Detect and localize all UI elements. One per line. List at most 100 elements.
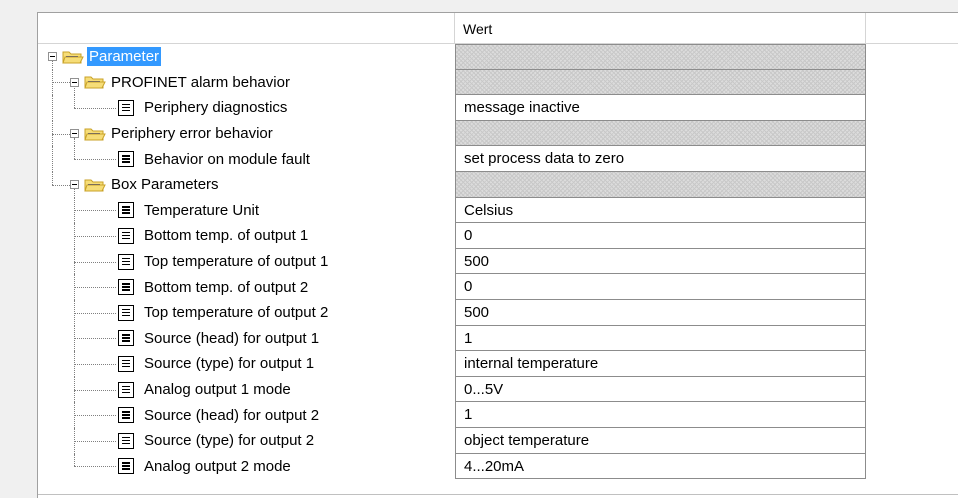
tree-node[interactable]: Parameter xyxy=(62,44,162,70)
tree-connector-line xyxy=(74,351,75,377)
value-cell[interactable]: internal temperature xyxy=(455,351,866,377)
tree-node[interactable]: Source (type) for output 2 xyxy=(118,428,316,454)
tree-node[interactable]: Analog output 1 mode xyxy=(118,377,293,403)
tree-connector-line xyxy=(74,363,116,365)
tree-node-label: Behavior on module fault xyxy=(144,150,310,168)
tree-param-row[interactable]: Behavior on module fault set process data… xyxy=(38,146,958,172)
parameter-value: message inactive xyxy=(464,99,580,117)
tree-name-cell[interactable]: Top temperature of output 1 xyxy=(38,248,455,275)
tree-node[interactable]: Periphery error behavior xyxy=(84,121,275,147)
collapse-minus-icon[interactable] xyxy=(70,77,79,87)
value-cell[interactable]: 500 xyxy=(455,299,866,326)
tree-connector-line xyxy=(74,197,75,224)
value-cell[interactable]: set process data to zero xyxy=(455,146,866,172)
tree-name-cell[interactable]: Periphery error behavior xyxy=(38,120,455,147)
tree-connector-line xyxy=(52,171,53,185)
tree-param-row[interactable]: Analog output 1 mode 0...5V xyxy=(38,376,958,403)
tree-param-row[interactable]: Source (type) for output 1 internal tempe… xyxy=(38,351,958,377)
tree-param-row[interactable]: Periphery diagnostics message inactive xyxy=(38,95,958,121)
tree-name-cell[interactable]: Source (type) for output 1 xyxy=(38,351,455,377)
tree-name-cell[interactable]: Bottom temp. of output 1 xyxy=(38,223,455,249)
collapse-minus-icon[interactable] xyxy=(70,179,79,189)
tree-param-row[interactable]: Temperature Unit Celsius xyxy=(38,197,958,224)
tree-name-cell[interactable]: Box Parameters xyxy=(38,171,455,198)
tree-node[interactable]: Bottom temp. of output 1 xyxy=(118,223,310,249)
tree-param-row[interactable]: Top temperature of output 1 500 xyxy=(38,248,958,275)
tree-node[interactable]: Source (type) for output 1 xyxy=(118,351,316,377)
tree-param-row[interactable]: Analog output 2 mode 4...20mA xyxy=(38,453,958,480)
tree-param-row[interactable]: Top temperature of output 2 500 xyxy=(38,299,958,326)
tree-name-cell[interactable]: Periphery diagnostics xyxy=(38,95,455,121)
header-value-label: Wert xyxy=(463,21,493,37)
document-lines-icon xyxy=(118,151,134,168)
value-cell-disabled xyxy=(455,69,866,96)
header-name-column[interactable] xyxy=(38,13,455,44)
value-cell[interactable]: message inactive xyxy=(455,95,866,121)
tree-node[interactable]: Source (head) for output 2 xyxy=(118,402,321,428)
tree-connector-line xyxy=(74,261,116,263)
tree-name-cell[interactable]: Parameter xyxy=(38,44,455,70)
tree-name-cell[interactable]: Source (head) for output 2 xyxy=(38,402,455,428)
tree-connector-line xyxy=(74,159,116,161)
tree-folder-row[interactable]: Parameter xyxy=(38,44,958,70)
tree-param-row[interactable]: Source (head) for output 2 1 xyxy=(38,402,958,428)
tree-folder-row[interactable]: Box Parameters xyxy=(38,171,958,198)
tree-connector-line xyxy=(74,376,75,403)
tree-connector-line xyxy=(74,146,75,160)
folder-open-icon xyxy=(84,76,106,89)
folder-open-icon xyxy=(62,51,84,64)
tree-node[interactable]: Analog output 2 mode xyxy=(118,454,293,480)
tree-param-row[interactable]: Source (head) for output 1 1 xyxy=(38,325,958,352)
collapse-minus-icon[interactable] xyxy=(70,128,79,138)
parameter-value: 500 xyxy=(464,303,490,321)
value-cell[interactable]: 0 xyxy=(455,274,866,300)
tree-name-cell[interactable]: Source (type) for output 2 xyxy=(38,427,455,454)
tree-name-cell[interactable]: Source (head) for output 1 xyxy=(38,325,455,352)
tree-param-row[interactable]: Source (type) for output 2 object tempera… xyxy=(38,427,958,454)
tree-node[interactable]: Behavior on module fault xyxy=(118,146,312,172)
tree-name-cell[interactable]: Analog output 2 mode xyxy=(38,453,455,480)
value-cell[interactable]: object temperature xyxy=(455,427,866,454)
tree-connector-line xyxy=(74,188,75,198)
tree-param-row[interactable]: Bottom temp. of output 1 0 xyxy=(38,223,958,249)
value-cell[interactable]: 1 xyxy=(455,325,866,352)
tree-name-cell[interactable]: PROFINET alarm behavior xyxy=(38,69,455,96)
collapse-minus-icon[interactable] xyxy=(48,52,57,61)
document-lines-icon xyxy=(118,330,134,347)
document-lines-icon xyxy=(118,227,134,244)
tree-node[interactable]: Top temperature of output 1 xyxy=(118,249,330,275)
tree-folder-row[interactable]: PROFINET alarm behavior xyxy=(38,69,958,96)
value-cell[interactable]: 0 xyxy=(455,223,866,249)
tree-node[interactable]: Top temperature of output 2 xyxy=(118,300,330,326)
tree-name-cell[interactable]: Temperature Unit xyxy=(38,197,455,224)
tree-connector-line xyxy=(74,299,75,326)
tree-node[interactable]: Box Parameters xyxy=(84,172,221,198)
value-cell-disabled xyxy=(455,120,866,147)
header-value-column[interactable]: Wert xyxy=(455,13,866,44)
value-cell[interactable]: 0...5V xyxy=(455,376,866,403)
value-cell[interactable]: 1 xyxy=(455,402,866,428)
parameter-value: 0...5V xyxy=(464,380,504,398)
folder-open-icon xyxy=(84,179,106,192)
tree-node-label: PROFINET alarm behavior xyxy=(111,73,290,91)
tree-node[interactable]: Periphery diagnostics xyxy=(118,95,289,121)
tree-connector-line xyxy=(74,440,116,442)
tree-name-cell[interactable]: Top temperature of output 2 xyxy=(38,299,455,326)
tree-folder-row[interactable]: Periphery error behavior xyxy=(38,120,958,147)
tree-node[interactable]: Temperature Unit xyxy=(118,198,261,224)
tree-param-row[interactable]: Bottom temp. of output 2 0 xyxy=(38,274,958,300)
value-cell[interactable]: 4...20mA xyxy=(455,453,866,480)
value-cell[interactable]: 500 xyxy=(455,248,866,275)
tree-connector-line xyxy=(74,427,75,454)
tree-node[interactable]: Bottom temp. of output 2 xyxy=(118,274,310,300)
value-cell[interactable]: Celsius xyxy=(455,197,866,224)
tree-name-cell[interactable]: Analog output 1 mode xyxy=(38,376,455,403)
document-lines-icon xyxy=(118,458,134,475)
tree-node-label: Bottom temp. of output 1 xyxy=(144,227,309,245)
tree-node-label: Analog output 2 mode xyxy=(144,457,291,475)
tree-name-cell[interactable]: Bottom temp. of output 2 xyxy=(38,274,455,300)
parameter-table: Wert Parameter PROFINET alarm behavior Per… xyxy=(37,12,958,498)
tree-node[interactable]: PROFINET alarm behavior xyxy=(84,70,292,96)
tree-node[interactable]: Source (head) for output 1 xyxy=(118,326,321,352)
tree-name-cell[interactable]: Behavior on module fault xyxy=(38,146,455,172)
